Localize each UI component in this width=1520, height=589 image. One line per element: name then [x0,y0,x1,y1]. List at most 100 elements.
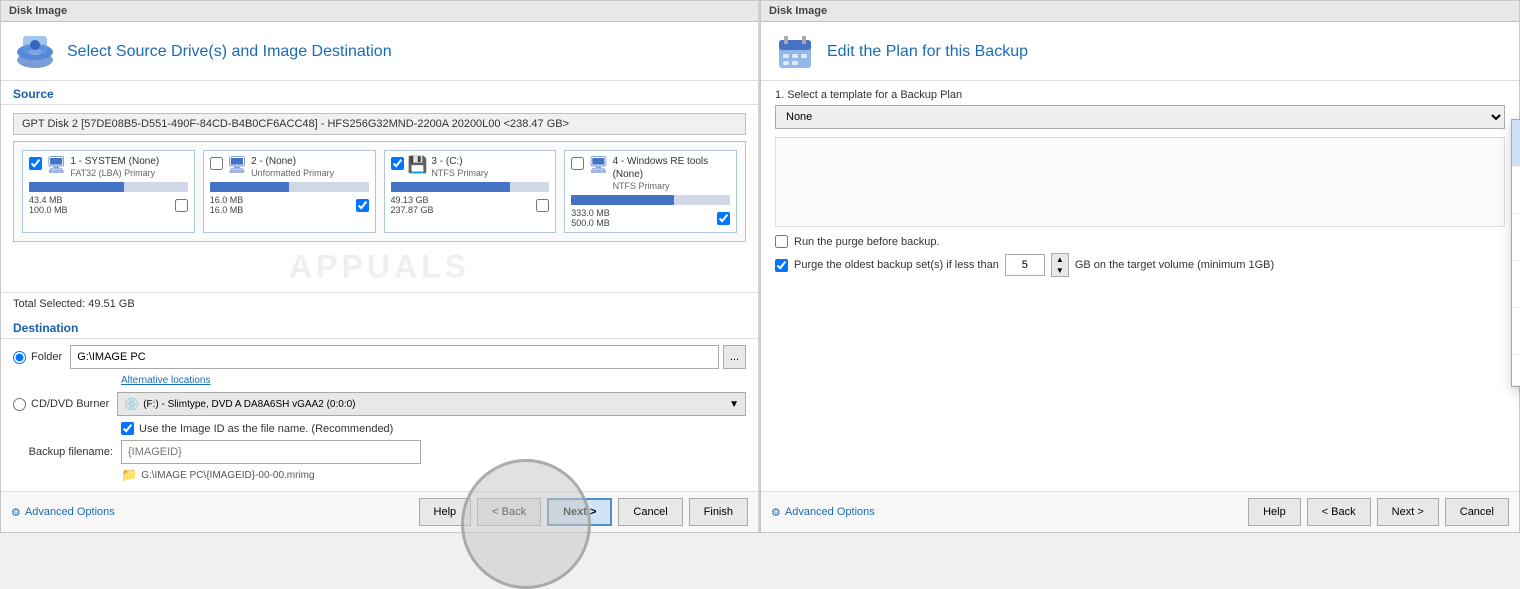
purge-spin-down[interactable]: ▼ [1052,265,1068,276]
partition-4-sizes: 333.0 MB500.0 MB [571,208,610,228]
partition-4-sub-checkbox[interactable] [717,212,730,225]
calendar-icon [775,32,815,72]
right-panel-heading: Edit the Plan for this Backup [827,43,1028,61]
run-purge-label: Run the purge before backup. [794,236,940,248]
dvd-dropdown[interactable]: 💿 (F:) - Slimtype, DVD A DA8A6SH vGAA2 (… [117,392,746,416]
right-help-button[interactable]: Help [1248,498,1301,526]
partition-2-checkbox[interactable] [210,157,223,170]
left-panel-header: Select Source Drive(s) and Image Destina… [1,22,758,81]
right-content: 1. Select a template for a Backup Plan N… [761,81,1519,491]
total-selected: Total Selected: 49.51 GB [1,292,758,315]
left-panel: Disk Image Select Source Drive(s) and Im… [0,0,760,533]
partition-3: 💾 3 - (C:) NTFS Primary 49.13 GB237.87 G… [384,150,557,233]
purge-unit-label: GB on the target volume (minimum 1GB) [1075,259,1274,271]
folder-radio-label[interactable]: Folder [13,351,62,364]
use-image-id-checkbox[interactable] [121,422,134,435]
run-purge-checkbox-row: Run the purge before backup. [775,235,1505,248]
backup-filename-input[interactable] [121,440,421,464]
partition-2-bar [210,182,289,192]
partition-3-name: 3 - (C:) [431,155,488,168]
partition-1: 🖥 1 - SYSTEM (None) FAT32 (LBA) Primary … [22,150,195,233]
cancel-button[interactable]: Cancel [618,498,682,526]
destination-label: Destination [1,315,758,339]
partition-2-name: 2 - (None) [251,155,334,168]
dropdown-item-none[interactable]: None Create your own schedule by selecti… [1512,120,1520,167]
partition-2-icon: 🖥 [227,155,247,175]
right-next-button[interactable]: Next > [1377,498,1439,526]
backup-filename-label: Backup filename: [13,446,113,458]
partition-2-sub-checkbox[interactable] [356,199,369,212]
purge-value-input[interactable] [1005,254,1045,276]
right-cancel-button[interactable]: Cancel [1445,498,1509,526]
disk-image-icon [15,32,55,72]
plan-dropdown-row: None [775,105,1505,129]
alt-locations-link[interactable]: Alternative locations [121,375,746,386]
partition-1-sizes: 43.4 MB100.0 MB [29,195,68,215]
partition-3-sub-checkbox[interactable] [536,199,549,212]
partition-4-checkbox[interactable] [571,157,584,170]
partition-1-sub-checkbox[interactable] [175,199,188,212]
filepath-display: 📁 G:\IMAGE PC\{IMAGEID}-00-00.mrimg [121,467,746,483]
left-bottom-bar: ⚙ Advanced Options Help < Back Next > Ca… [1,491,758,532]
purge-row: Purge the oldest backup set(s) if less t… [775,253,1505,277]
purge-spin-up[interactable]: ▲ [1052,254,1068,265]
next-button[interactable]: Next > [547,498,612,526]
dropdown-item-incr[interactable]: Incremental Backup Set A Full backup is … [1512,261,1520,308]
partition-2-type: Unformatted Primary [251,168,334,178]
finish-button[interactable]: Finish [689,498,748,526]
cddvd-row: CD/DVD Burner 💿 (F:) - Slimtype, DVD A D… [13,392,746,416]
dvd-input-row: 💿 (F:) - Slimtype, DVD A DA8A6SH vGAA2 (… [117,392,746,416]
partition-3-checkbox[interactable] [391,157,404,170]
right-bottom-bar: ⚙ Advanced Options Help < Back Next > Ca… [761,491,1519,532]
partition-3-sizes: 49.13 GB237.87 GB [391,195,434,215]
back-button[interactable]: < Back [477,498,541,526]
use-image-id-label: Use the Image ID as the file name. (Reco… [139,423,393,435]
folder-icon: 📁 [121,467,137,483]
partition-4-bar [571,195,674,205]
partition-3-type: NTFS Primary [431,168,488,178]
partitions-row: 🖥 1 - SYSTEM (None) FAT32 (LBA) Primary … [13,141,746,242]
folder-path-input[interactable] [70,345,719,369]
backup-filename-row: Backup filename: [13,440,746,464]
help-button[interactable]: Help [419,498,472,526]
left-panel-heading: Select Source Drive(s) and Image Destina… [67,43,392,61]
partition-1-checkbox[interactable] [29,157,42,170]
step1-label: 1. Select a template for a Backup Plan [775,89,1505,101]
left-panel-title: Disk Image [1,1,758,22]
partition-2: 🖥 2 - (None) Unformatted Primary 16.0 MB… [203,150,376,233]
dropdown-item-gfs[interactable]: Grandfather, Father, Son Daily Increment… [1512,167,1520,214]
browse-button[interactable]: ... [723,345,746,369]
run-purge-checkbox[interactable] [775,235,788,248]
partition-3-icon: 💾 [408,155,428,175]
folder-radio[interactable] [13,351,26,364]
destination-section: Folder ... Alternative locations CD/DVD … [1,339,758,491]
right-adv-options-icon: ⚙ [771,506,781,519]
right-back-button[interactable]: < Back [1307,498,1371,526]
right-panel: Disk Image Edit the Plan for this Backup… [760,0,1520,533]
partition-4-type: NTFS Primary [613,181,730,191]
plan-dropdown-popup: None Create your own schedule by selecti… [1511,119,1520,387]
right-panel-title: Disk Image [761,1,1519,22]
popup-with-scroll: None Create your own schedule by selecti… [1512,120,1520,386]
partition-1-type: FAT32 (LBA) Primary [70,168,159,178]
purge-checkbox[interactable] [775,259,788,272]
right-adv-options-link[interactable]: ⚙ Advanced Options [771,506,1242,519]
cddvd-radio-label[interactable]: CD/DVD Burner [13,398,109,411]
schedule-area [775,137,1505,227]
filepath-text: G:\IMAGE PC\{IMAGEID}-00-00.mrimg [141,470,314,481]
folder-row: Folder ... [13,345,746,369]
dropdown-item-forever[interactable]: Incrementals Forever Incrementals foreve… [1512,308,1520,355]
adv-options-link[interactable]: ⚙ Advanced Options [11,506,413,519]
folder-input-row: ... [70,345,746,369]
cddvd-radio[interactable] [13,398,26,411]
partition-3-bar [391,182,510,192]
dropdown-item-diff[interactable]: Differential Backup Set A Full backup is… [1512,214,1520,261]
disk-header: GPT Disk 2 [57DE08B5-D551-490F-84CD-B4B0… [13,113,746,135]
adv-options-icon: ⚙ [11,506,21,519]
partition-1-icon: 🖥 [46,155,66,175]
source-label: Source [1,81,758,105]
partition-1-bar [29,182,124,192]
partition-4-name: 4 - Windows RE tools (None) [613,155,730,181]
dropdown-item-after[interactable]: After this Incremental backups are creat… [1512,355,1520,386]
plan-dropdown-select[interactable]: None [775,105,1505,129]
